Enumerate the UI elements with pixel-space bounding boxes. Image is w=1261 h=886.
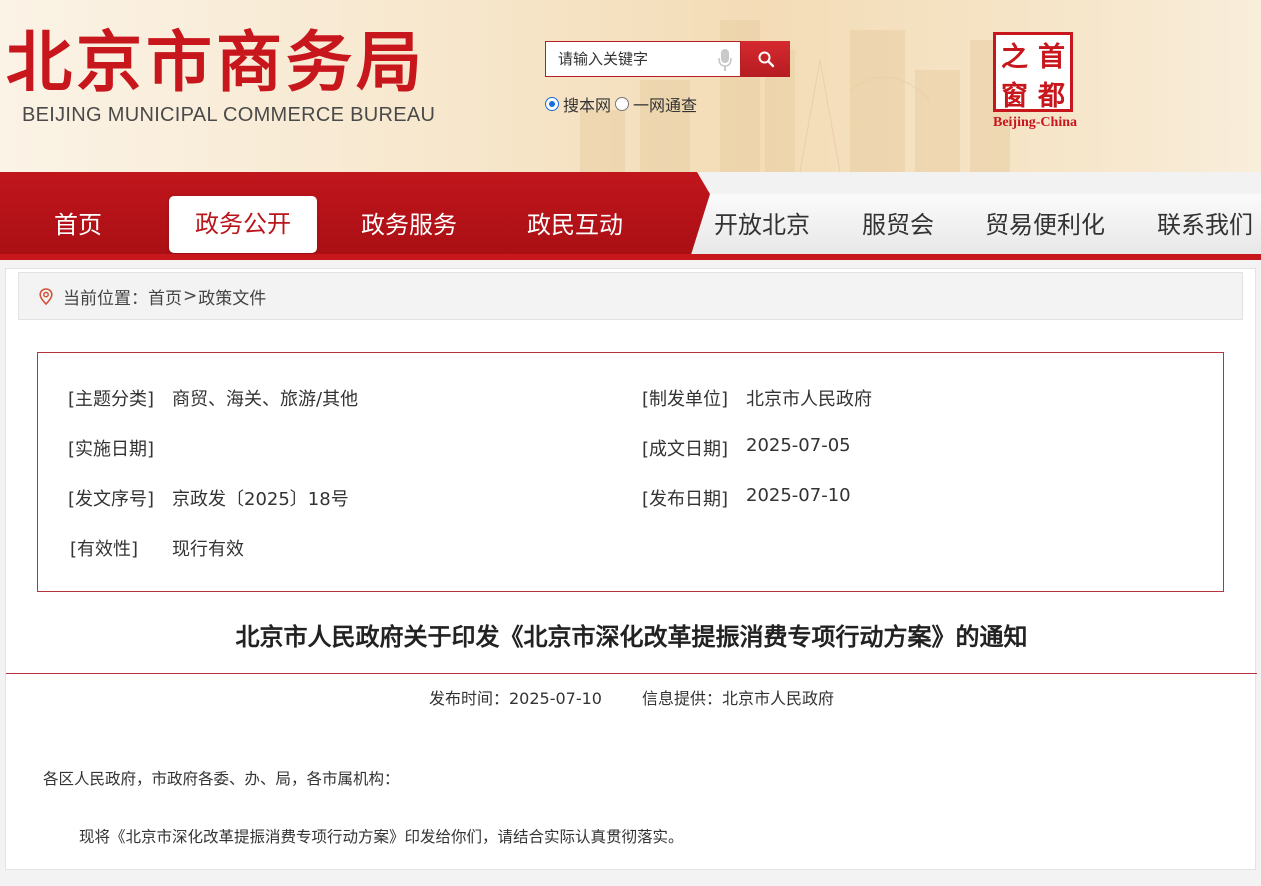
seal-caption: Beijing-China [992, 115, 1077, 130]
article-paragraph: 现将《北京市深化改革提振消费专项行动方案》印发给你们，请结合实际认真贯彻落实。 [79, 828, 684, 846]
meta-doc-number: [发文序号] 京政发〔2025〕18号 [68, 485, 349, 511]
search-button[interactable] [741, 41, 790, 77]
meta-topic-label: [主题分类] [68, 389, 155, 410]
scope-label-all[interactable]: 一网通查 [633, 92, 697, 116]
site-logo-cn[interactable]: 北京市商务局 [6, 24, 426, 100]
meta-issuer: [制发单位] 北京市人民政府 [642, 385, 872, 411]
content-panel: 当前位置： 首页 > 政策文件 [主题分类] 商贸、海关、旅游/其他 [制发单位… [5, 268, 1257, 870]
article-title: 北京市人民政府关于印发《北京市深化改革提振消费专项行动方案》的通知 [235, 623, 1028, 651]
seal-char: 都 [1038, 81, 1065, 112]
meta-written-date-value: 2025-07-05 [746, 435, 851, 456]
search-scope: 搜本网 一网通查 [545, 92, 701, 116]
meta-effective-date: [实施日期] [68, 435, 154, 461]
nav-item-gov-affairs[interactable]: 政务公开 [169, 196, 317, 253]
publish-time: 发布时间：2025-07-10 [428, 689, 602, 708]
search-box [545, 41, 741, 77]
meta-validity-value: 现行有效 [172, 539, 244, 560]
breadcrumb: 当前位置： 首页 > 政策文件 [18, 272, 1243, 320]
scope-radio-all[interactable] [615, 97, 630, 111]
meta-publish-date: [发布日期] 2025-07-10 [642, 485, 851, 511]
breadcrumb-separator: > [183, 286, 198, 306]
breadcrumb-policy-link[interactable]: 政策文件 [198, 284, 266, 309]
meta-written-date: [成文日期] 2025-07-05 [642, 435, 851, 461]
header-banner: 北京市商务局 BEIJING MUNICIPAL COMMERCE BUREAU… [0, 0, 1261, 172]
scope-label-site[interactable]: 搜本网 [563, 92, 611, 116]
breadcrumb-home-link[interactable]: 首页 [148, 284, 182, 309]
nav-item-trade-facilitation[interactable]: 贸易便利化 [985, 198, 1105, 252]
nav-item-interaction[interactable]: 政民互动 [527, 198, 623, 252]
search-icon [758, 51, 774, 68]
main-nav: 首页 政务公开 政务服务 政民互动 开放北京 服贸会 贸易便利化 联系我们 [0, 172, 1261, 260]
meta-doc-number-value: 京政发〔2025〕18号 [172, 489, 349, 510]
nav-item-open-beijing[interactable]: 开放北京 [714, 198, 810, 252]
meta-validity: [有效性] 现行有效 [70, 535, 244, 561]
breadcrumb-prefix: 当前位置： [63, 288, 148, 309]
seal-char: 首 [1038, 42, 1065, 73]
site-logo-en: BEIJING MUNICIPAL COMMERCE BUREAU [22, 104, 436, 126]
capital-window-seal-logo[interactable]: 之 首 窗 都 [993, 32, 1073, 112]
meta-topic: [主题分类] 商贸、海关、旅游/其他 [68, 385, 358, 411]
meta-publish-date-value: 2025-07-10 [746, 485, 851, 506]
meta-effective-date-label: [实施日期] [68, 439, 155, 460]
meta-issuer-value: 北京市人民政府 [746, 389, 872, 410]
meta-topic-value: 商贸、海关、旅游/其他 [172, 389, 359, 410]
nav-item-home[interactable]: 首页 [54, 198, 102, 252]
location-pin-icon [39, 287, 53, 305]
seal-char: 窗 [1001, 81, 1028, 112]
publish-info: 发布时间：2025-07-10 信息提供：北京市人民政府 [6, 685, 1257, 709]
seal-char: 之 [1001, 42, 1028, 73]
meta-doc-number-label: [发文序号] [68, 489, 155, 510]
info-source: 信息提供：北京市人民政府 [641, 689, 834, 708]
meta-publish-date-label: [发布日期] [642, 489, 729, 510]
nav-item-contact[interactable]: 联系我们 [1157, 198, 1253, 252]
nav-divider [0, 254, 1261, 260]
meta-validity-label: [有效性] [70, 539, 139, 560]
scope-radio-site[interactable] [545, 97, 559, 111]
article-salutation: 各区人民政府，市政府各委、办、局，各市属机构： [43, 770, 400, 788]
meta-written-date-label: [成文日期] [642, 439, 729, 460]
document-meta-box: [主题分类] 商贸、海关、旅游/其他 [制发单位] 北京市人民政府 [实施日期]… [37, 352, 1224, 592]
title-divider [6, 673, 1257, 674]
skyline-decoration [580, 20, 1010, 172]
search-input[interactable] [546, 42, 706, 76]
nav-item-services[interactable]: 政务服务 [361, 198, 457, 252]
meta-issuer-label: [制发单位] [642, 389, 729, 410]
nav-item-ciftis[interactable]: 服贸会 [862, 198, 934, 252]
microphone-icon[interactable] [718, 48, 732, 72]
